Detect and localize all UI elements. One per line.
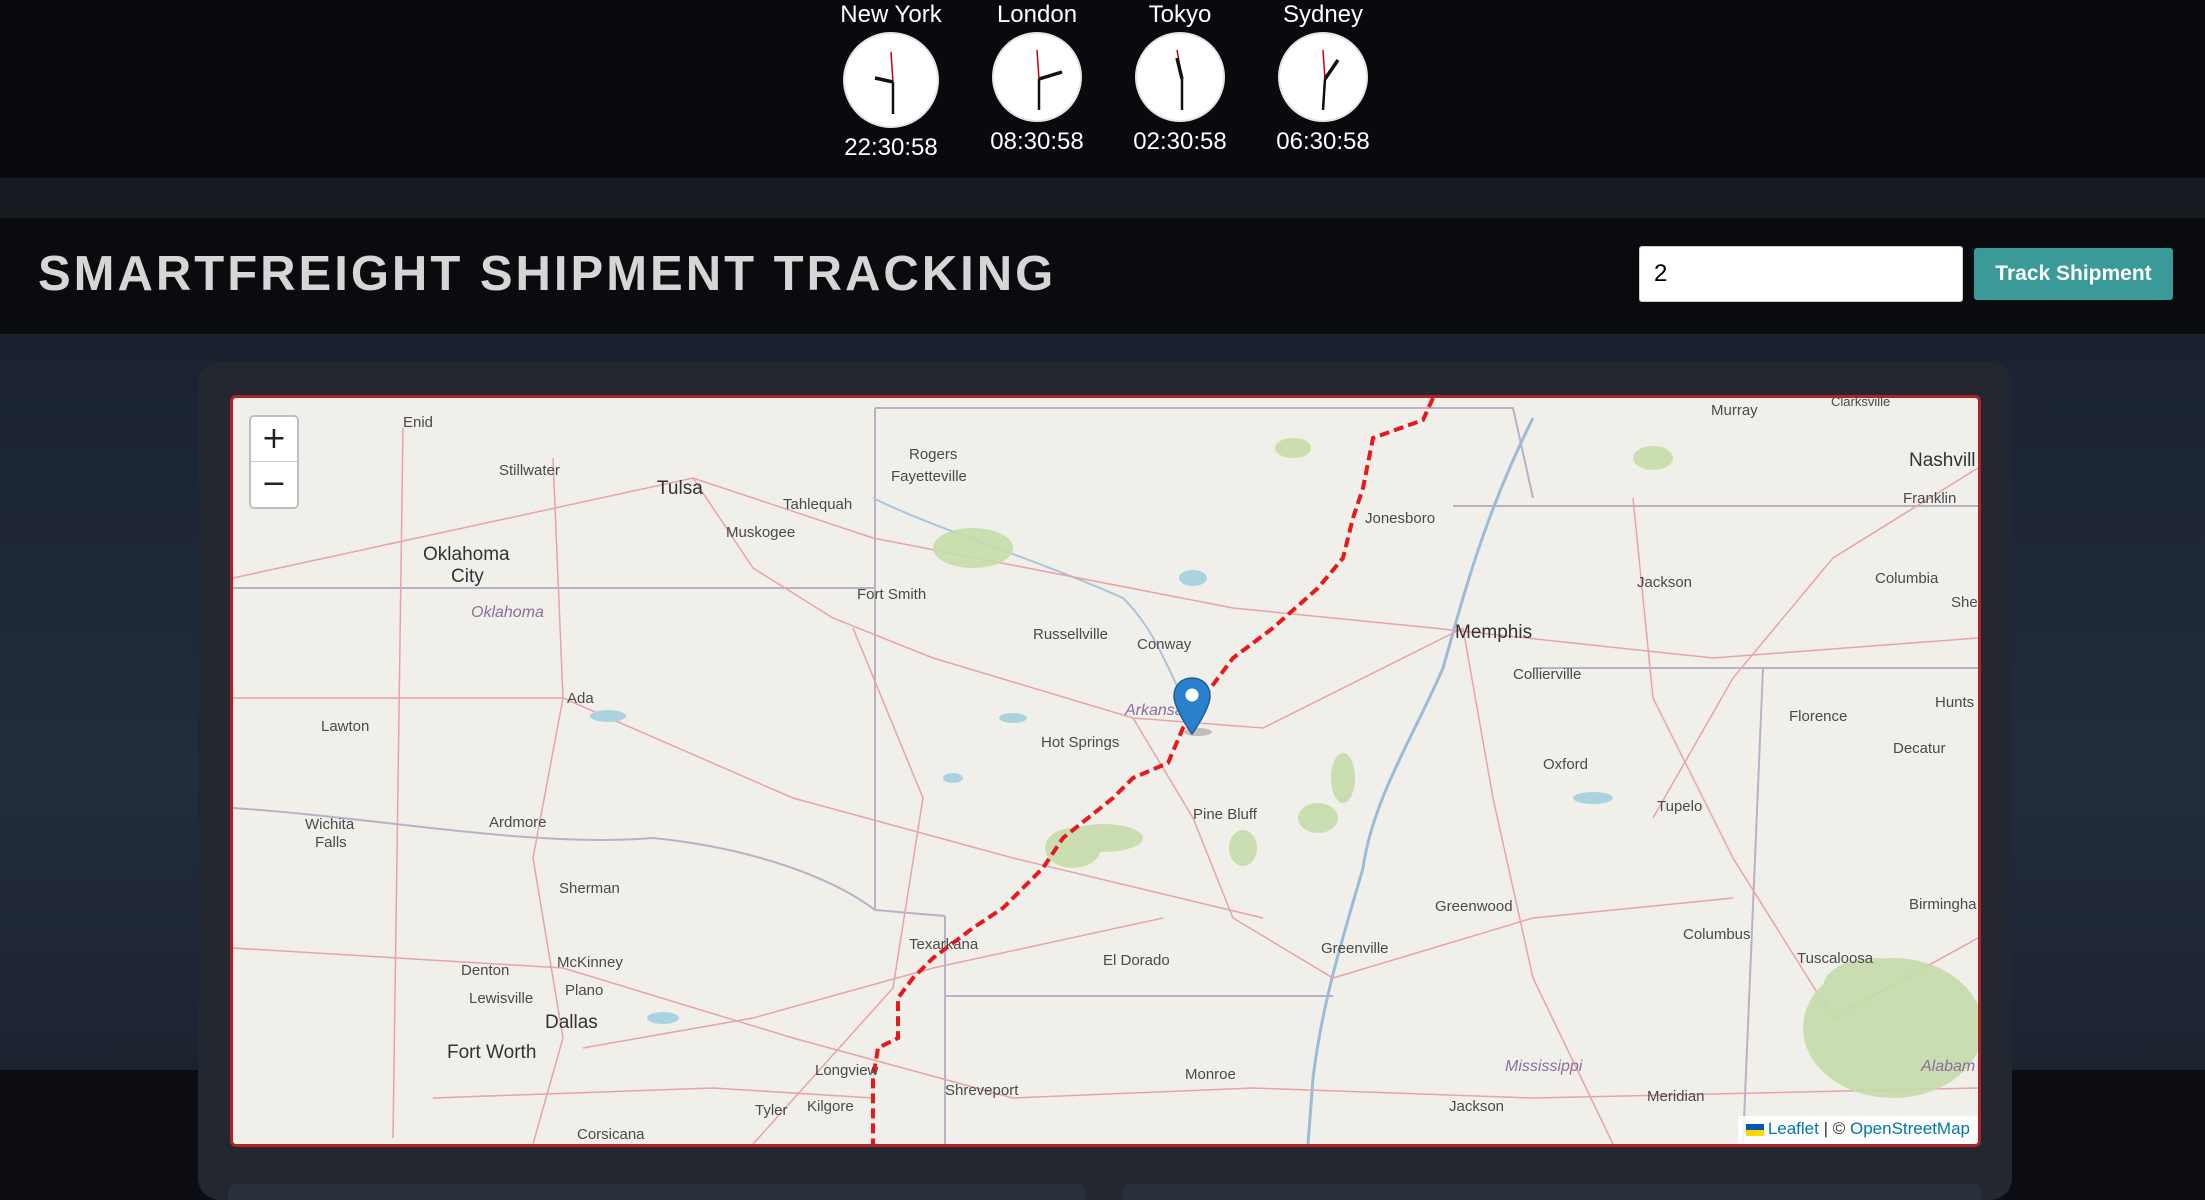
map-attribution: Leaflet | © OpenStreetMap xyxy=(1737,1116,1978,1144)
map-label: Ada xyxy=(567,690,594,707)
map-label: Stillwater xyxy=(499,462,560,479)
clock-face xyxy=(992,32,1082,122)
map-label: Nashvill xyxy=(1909,450,1976,471)
track-shipment-button[interactable]: Track Shipment xyxy=(1974,248,2173,300)
app-header: SMARTFREIGHT SHIPMENT TRACKING Track Shi… xyxy=(0,218,2205,334)
map-tiles xyxy=(233,398,1978,1144)
map-label: She xyxy=(1951,594,1978,611)
clock-face xyxy=(1278,32,1368,122)
map-label: Tyler xyxy=(755,1102,788,1119)
map-label: Jonesboro xyxy=(1365,510,1436,527)
map-label: Hot Springs xyxy=(1041,734,1120,751)
map-label: Corsicana xyxy=(577,1126,645,1143)
zoom-in-button[interactable]: + xyxy=(251,417,297,462)
map-label: Hunts xyxy=(1935,694,1975,711)
map-label: Muskogee xyxy=(726,524,796,541)
clock-sydney: Sydney 06:30:58 xyxy=(1258,0,1388,156)
map-label: Falls xyxy=(315,834,347,851)
clock-new-york: New York 22:30:58 xyxy=(826,0,956,162)
separator-band xyxy=(0,178,2205,218)
map-label: Denton xyxy=(461,962,510,979)
map-label: Alabam xyxy=(1921,1058,1976,1075)
clock-hands xyxy=(874,51,895,114)
clock-city: Tokyo xyxy=(1148,1,1212,28)
zoom-out-button[interactable]: − xyxy=(251,462,297,507)
map-label: Greenville xyxy=(1321,940,1389,957)
map-label: Birmingha xyxy=(1909,896,1977,913)
clock-hands xyxy=(1175,49,1184,110)
clock-hands xyxy=(1321,49,1340,111)
map-label: Dallas xyxy=(545,1012,598,1033)
clock-time: 06:30:58 xyxy=(1276,128,1370,155)
zoom-control: + − xyxy=(249,415,299,509)
shipment-id-input[interactable] xyxy=(1639,246,1963,302)
map-label: El Dorado xyxy=(1103,952,1170,969)
details-panel-left xyxy=(228,1184,1086,1200)
map-label: Fayetteville xyxy=(891,468,967,485)
map-label: Lawton xyxy=(321,718,370,735)
clock-tokyo: Tokyo 02:30:58 xyxy=(1115,0,1245,156)
map-label: Pine Bluff xyxy=(1193,806,1257,823)
map-label: Florence xyxy=(1789,708,1848,725)
map-label: Columbus xyxy=(1683,926,1751,943)
map-label: Meridian xyxy=(1647,1088,1705,1105)
map-label: Columbia xyxy=(1875,570,1939,587)
map-label: McKinney xyxy=(557,954,623,971)
map-label: Kilgore xyxy=(807,1098,854,1115)
clock-city: Sydney xyxy=(1282,1,1364,28)
map-label: Texarkana xyxy=(909,936,979,953)
clock-hands xyxy=(1036,49,1063,110)
details-panel-right xyxy=(1122,1184,1982,1200)
map-label: Memphis xyxy=(1455,622,1533,643)
clock-city: London xyxy=(996,1,1078,28)
page-title: SMARTFREIGHT SHIPMENT TRACKING xyxy=(38,247,1057,301)
map-label: Tupelo xyxy=(1657,798,1703,815)
attribution-separator: | © xyxy=(1818,1119,1850,1138)
shipment-map[interactable]: Enid Stillwater Tulsa Tahlequah Muskogee… xyxy=(230,395,1981,1147)
map-label: Clarksville xyxy=(1831,395,1891,409)
map-label: Greenwood xyxy=(1435,898,1513,915)
map-label: Tahlequah xyxy=(783,496,853,513)
map-label: Longview xyxy=(815,1062,879,1079)
world-clock-bar: New York 22:30:58 London 08:30:58 Tokyo xyxy=(0,0,2205,178)
clock-face xyxy=(1135,32,1225,122)
map-label: Franklin xyxy=(1903,490,1957,507)
map-label: Monroe xyxy=(1185,1066,1236,1083)
map-label: Ardmore xyxy=(489,814,547,831)
clock-london: London 08:30:58 xyxy=(972,0,1102,156)
map-label: Fort Worth xyxy=(447,1042,537,1063)
map-label: Murray xyxy=(1711,402,1758,419)
map-label: Fort Smith xyxy=(857,586,927,603)
map-label: Plano xyxy=(565,982,604,999)
openstreetmap-link[interactable]: OpenStreetMap xyxy=(1850,1119,1970,1138)
clock-time: 22:30:58 xyxy=(844,134,938,161)
map-label: Oxford xyxy=(1543,756,1589,773)
map-label: Decatur xyxy=(1893,740,1946,757)
leaflet-link[interactable]: Leaflet xyxy=(1768,1119,1819,1138)
map-label: Oklahoma xyxy=(423,544,510,565)
map-label: Oklahoma xyxy=(471,604,544,621)
map-label: Enid xyxy=(403,414,434,431)
map-label: Wichita xyxy=(305,816,355,833)
clock-time: 02:30:58 xyxy=(1133,128,1227,155)
ukraine-flag-icon xyxy=(1745,1123,1764,1136)
map-label: Jackson xyxy=(1637,574,1693,591)
map-label: Russellville xyxy=(1033,626,1109,643)
map-label: Tulsa xyxy=(657,478,703,499)
clock-city: New York xyxy=(840,1,942,28)
map-label: Collierville xyxy=(1513,666,1582,683)
map-label: Mississippi xyxy=(1505,1058,1583,1075)
shipment-location-marker-icon[interactable] xyxy=(1172,676,1212,736)
clock-face xyxy=(843,32,939,128)
map-label: Conway xyxy=(1137,636,1192,653)
map-label: Tuscaloosa xyxy=(1797,950,1874,967)
map-label: Lewisville xyxy=(469,990,534,1007)
map-label: Jackson xyxy=(1449,1098,1505,1115)
map-label: Shreveport xyxy=(945,1082,1019,1099)
map-label: City xyxy=(451,566,484,587)
clock-time: 08:30:58 xyxy=(990,128,1084,155)
map-label: Sherman xyxy=(559,880,620,897)
map-label: Rogers xyxy=(909,446,958,463)
